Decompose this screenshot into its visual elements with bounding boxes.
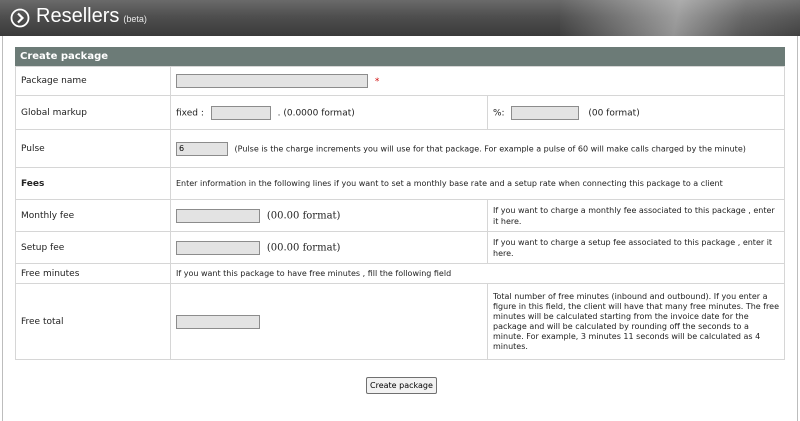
monthly-fee-help: If you want to charge a monthly fee asso… xyxy=(487,199,785,232)
setup-fee-cell: (00.00 format) xyxy=(170,231,488,264)
global-markup-fixed-cell: fixed : . (0.0000 format) xyxy=(170,95,488,130)
free-total-input[interactable] xyxy=(176,314,260,329)
global-markup-percent-cell: %: (00 format) xyxy=(487,95,785,130)
setup-fee-format-hint: (00.00 format) xyxy=(266,242,341,253)
monthly-fee-input[interactable] xyxy=(176,208,260,223)
percent-format-hint: (00 format) xyxy=(588,108,640,118)
pulse-label: Pulse xyxy=(15,129,171,168)
row-free-total: Free total Total number of free minutes … xyxy=(15,283,785,360)
pulse-input[interactable] xyxy=(176,141,228,156)
row-monthly-fee: Monthly fee (00.00 format) If you want t… xyxy=(15,199,785,232)
setup-fee-label: Setup fee xyxy=(15,231,171,264)
free-total-label: Free total xyxy=(15,283,171,360)
row-free-minutes: Free minutes If you want this package to… xyxy=(15,263,785,284)
global-markup-label: Global markup xyxy=(15,95,171,130)
header-bar: Resellers (beta) xyxy=(0,0,800,36)
free-total-cell xyxy=(170,283,488,360)
monthly-fee-cell: (00.00 format) xyxy=(170,199,488,232)
page-title-text: Resellers xyxy=(36,5,120,27)
setup-fee-help: If you want to charge a setup fee associ… xyxy=(487,231,785,264)
create-package-button[interactable]: Create package xyxy=(366,377,437,394)
required-marker: * xyxy=(374,76,380,87)
pulse-help: (Pulse is the charge increments you will… xyxy=(234,144,746,153)
circle-arrow-right-icon[interactable] xyxy=(10,8,30,28)
beta-badge: (beta) xyxy=(123,14,147,24)
row-fees: Fees Enter information in the following … xyxy=(15,167,785,200)
setup-fee-input[interactable] xyxy=(176,240,260,255)
free-total-help: Total number of free minutes (inbound an… xyxy=(487,283,785,360)
create-package-form: Package name * Global markup fixed : . (… xyxy=(15,66,785,360)
fixed-label: fixed : xyxy=(176,108,204,118)
percent-label: %: xyxy=(493,108,505,118)
row-global-markup: Global markup fixed : . (0.0000 format) … xyxy=(15,95,785,130)
row-package-name: Package name * xyxy=(15,66,785,96)
monthly-fee-format-hint: (00.00 format) xyxy=(266,210,341,221)
fixed-markup-input[interactable] xyxy=(210,105,271,120)
free-minutes-help: If you want this package to have free mi… xyxy=(170,263,785,284)
package-name-input[interactable] xyxy=(176,74,368,88)
panel-title: Create package xyxy=(15,47,785,66)
monthly-fee-label: Monthly fee xyxy=(15,199,171,232)
free-minutes-label: Free minutes xyxy=(15,263,171,284)
pulse-cell: (Pulse is the charge increments you will… xyxy=(170,129,785,168)
fees-help: Enter information in the following lines… xyxy=(170,167,785,200)
row-setup-fee: Setup fee (00.00 format) If you want to … xyxy=(15,231,785,264)
row-pulse: Pulse (Pulse is the charge increments yo… xyxy=(15,129,785,168)
fees-label: Fees xyxy=(15,167,171,200)
package-name-label: Package name xyxy=(15,66,171,96)
page-title: Resellers (beta) xyxy=(36,5,147,28)
fixed-format-hint: . (0.0000 format) xyxy=(277,108,355,118)
package-name-cell: * xyxy=(170,66,785,96)
percent-markup-input[interactable] xyxy=(511,105,580,120)
